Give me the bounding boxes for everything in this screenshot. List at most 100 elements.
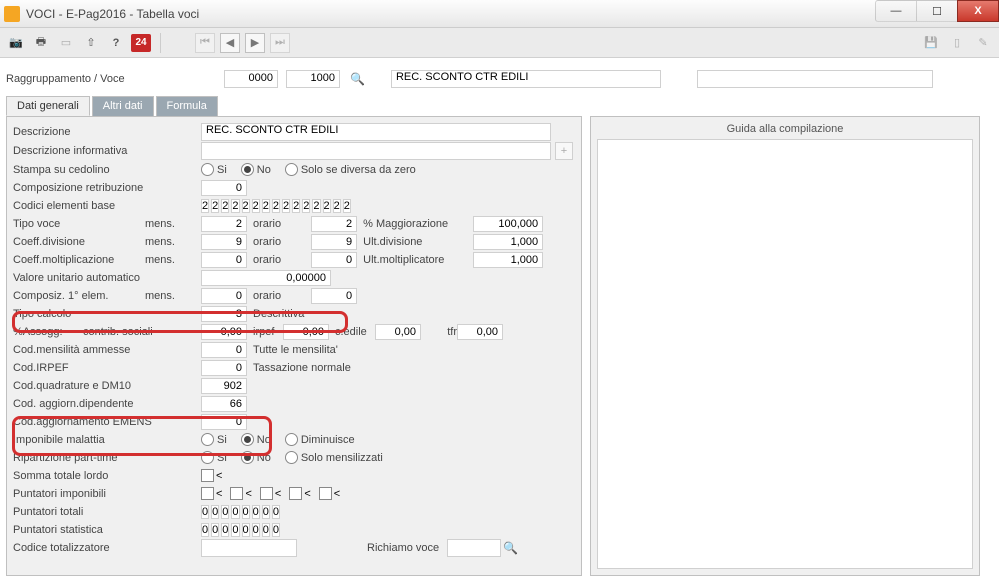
close-button[interactable]: X (957, 0, 999, 22)
coeffmolt-or-input[interactable]: 0 (311, 252, 357, 268)
grid-cell[interactable]: 0 (221, 523, 229, 537)
compretr-input[interactable]: 0 (201, 180, 247, 196)
grid-cell[interactable]: 0 (231, 505, 239, 519)
prev-record-button[interactable]: ◀ (220, 33, 240, 53)
tab-dati-generali[interactable]: Dati generali (6, 96, 90, 116)
last-record-button[interactable]: ⏭ (270, 33, 290, 53)
grid-cell[interactable]: 0 (252, 523, 260, 537)
code0-input[interactable]: 0000 (224, 70, 278, 88)
grid-cell[interactable]: 2 (302, 199, 310, 213)
impmal-no-radio[interactable] (241, 433, 254, 446)
upload-icon[interactable]: ⇧ (81, 33, 101, 53)
impmal-dim-radio[interactable] (285, 433, 298, 446)
richiamo-search-icon[interactable]: 🔍 (503, 541, 518, 555)
grid-cell[interactable]: 2 (323, 199, 331, 213)
rippt-si-radio[interactable] (201, 451, 214, 464)
grid-cell[interactable]: 0 (201, 505, 209, 519)
stampa-solo-radio[interactable] (285, 163, 298, 176)
grid-cell[interactable]: 2 (262, 199, 270, 213)
maximize-button[interactable]: ☐ (916, 0, 958, 22)
search-icon[interactable]: 🔍 (350, 72, 365, 86)
minimize-button[interactable]: — (875, 0, 917, 22)
codaggdip-input[interactable]: 66 (201, 396, 247, 412)
pctmagg-input[interactable]: 100,000 (473, 216, 543, 232)
folder-icon[interactable]: ▭ (56, 33, 76, 53)
codaggdip-label: Cod. aggiorn.dipendente (13, 398, 201, 410)
pencil-icon[interactable]: ✎ (973, 33, 993, 53)
camera-icon[interactable]: 📷 (6, 33, 26, 53)
codirpef-input[interactable]: 0 (201, 360, 247, 376)
grid-cell[interactable]: 2 (252, 199, 260, 213)
grid-cell[interactable]: 0 (242, 505, 250, 519)
grid-cell[interactable]: 0 (272, 523, 280, 537)
grid-cell[interactable]: 2 (312, 199, 320, 213)
grid-cell[interactable]: 2 (221, 199, 229, 213)
codmens-input[interactable]: 0 (201, 342, 247, 358)
ultdiv-input[interactable]: 1,000 (473, 234, 543, 250)
assogg-cs-input[interactable]: 0,00 (201, 324, 247, 340)
grid-cell[interactable]: 0 (262, 505, 270, 519)
badge-24[interactable]: 24 (131, 34, 151, 52)
codtot-input[interactable] (201, 539, 297, 557)
grid-cell[interactable]: 2 (211, 199, 219, 213)
grid-cell[interactable]: 0 (252, 505, 260, 519)
disk-icon[interactable]: 💾 (921, 33, 941, 53)
grid-cell[interactable]: 0 (211, 523, 219, 537)
print-icon[interactable]: 🖶 (31, 33, 51, 53)
impmal-si-radio[interactable] (201, 433, 214, 446)
grid-cell[interactable]: 0 (242, 523, 250, 537)
ultmolt-input[interactable]: 1,000 (473, 252, 543, 268)
valunit-input[interactable]: 0,00000 (201, 270, 331, 286)
grid-cell[interactable]: 2 (282, 199, 290, 213)
puntimp-chk-3[interactable] (260, 487, 273, 500)
grid-cell[interactable]: 2 (231, 199, 239, 213)
tipocalc-input[interactable]: 3 (201, 306, 247, 322)
codquad-input[interactable]: 902 (201, 378, 247, 394)
richiamo-input[interactable] (447, 539, 501, 557)
stampa-si-radio[interactable] (201, 163, 214, 176)
voce-extra-input[interactable] (697, 70, 933, 88)
grid-cell[interactable]: 2 (201, 199, 209, 213)
grid-cell[interactable]: 2 (333, 199, 341, 213)
tab-altri-dati[interactable]: Altri dati (92, 96, 154, 116)
coeffdiv-mens-input[interactable]: 9 (201, 234, 247, 250)
assogg-tfr-input[interactable]: 0,00 (457, 324, 503, 340)
tab-formula[interactable]: Formula (156, 96, 218, 116)
help-icon[interactable]: ? (106, 33, 126, 53)
rippt-solomens-radio[interactable] (285, 451, 298, 464)
puntimp-chk-1[interactable] (201, 487, 214, 500)
stampa-no-radio[interactable] (241, 163, 254, 176)
compos1-or-input[interactable]: 0 (311, 288, 357, 304)
grid-cell[interactable]: 0 (272, 505, 280, 519)
grid-cell[interactable]: 2 (242, 199, 250, 213)
somma-chk[interactable] (201, 469, 214, 482)
assogg-cedile-input[interactable]: 0,00 (375, 324, 421, 340)
puntimp-chk-2[interactable] (230, 487, 243, 500)
puntimp-chk-5[interactable] (319, 487, 332, 500)
descinfo-add-button[interactable]: + (555, 142, 573, 160)
assogg-irpef-input[interactable]: 0,00 (283, 324, 329, 340)
grid-cell[interactable]: 0 (231, 523, 239, 537)
codaggemens-input[interactable]: 0 (201, 414, 247, 430)
grid-cell[interactable]: 2 (343, 199, 351, 213)
grid-cell[interactable]: 0 (262, 523, 270, 537)
grid-cell[interactable]: 0 (221, 505, 229, 519)
compos1-mens-input[interactable]: 0 (201, 288, 247, 304)
first-record-button[interactable]: ⏮ (195, 33, 215, 53)
rippt-no-radio[interactable] (241, 451, 254, 464)
tipovoce-or-input[interactable]: 2 (311, 216, 357, 232)
grid-cell[interactable]: 0 (201, 523, 209, 537)
descrizione-input[interactable]: REC. SCONTO CTR EDILI (201, 123, 551, 141)
coeffmolt-mens-input[interactable]: 0 (201, 252, 247, 268)
page-icon[interactable]: ▯ (947, 33, 967, 53)
grid-cell[interactable]: 2 (292, 199, 300, 213)
code1-input[interactable]: 1000 (286, 70, 340, 88)
grid-cell[interactable]: 0 (211, 505, 219, 519)
tipovoce-mens-input[interactable]: 2 (201, 216, 247, 232)
descinfo-input[interactable] (201, 142, 551, 160)
voce-desc-input[interactable]: REC. SCONTO CTR EDILI (391, 70, 661, 88)
grid-cell[interactable]: 2 (272, 199, 280, 213)
next-record-button[interactable]: ▶ (245, 33, 265, 53)
coeffdiv-or-input[interactable]: 9 (311, 234, 357, 250)
puntimp-chk-4[interactable] (289, 487, 302, 500)
